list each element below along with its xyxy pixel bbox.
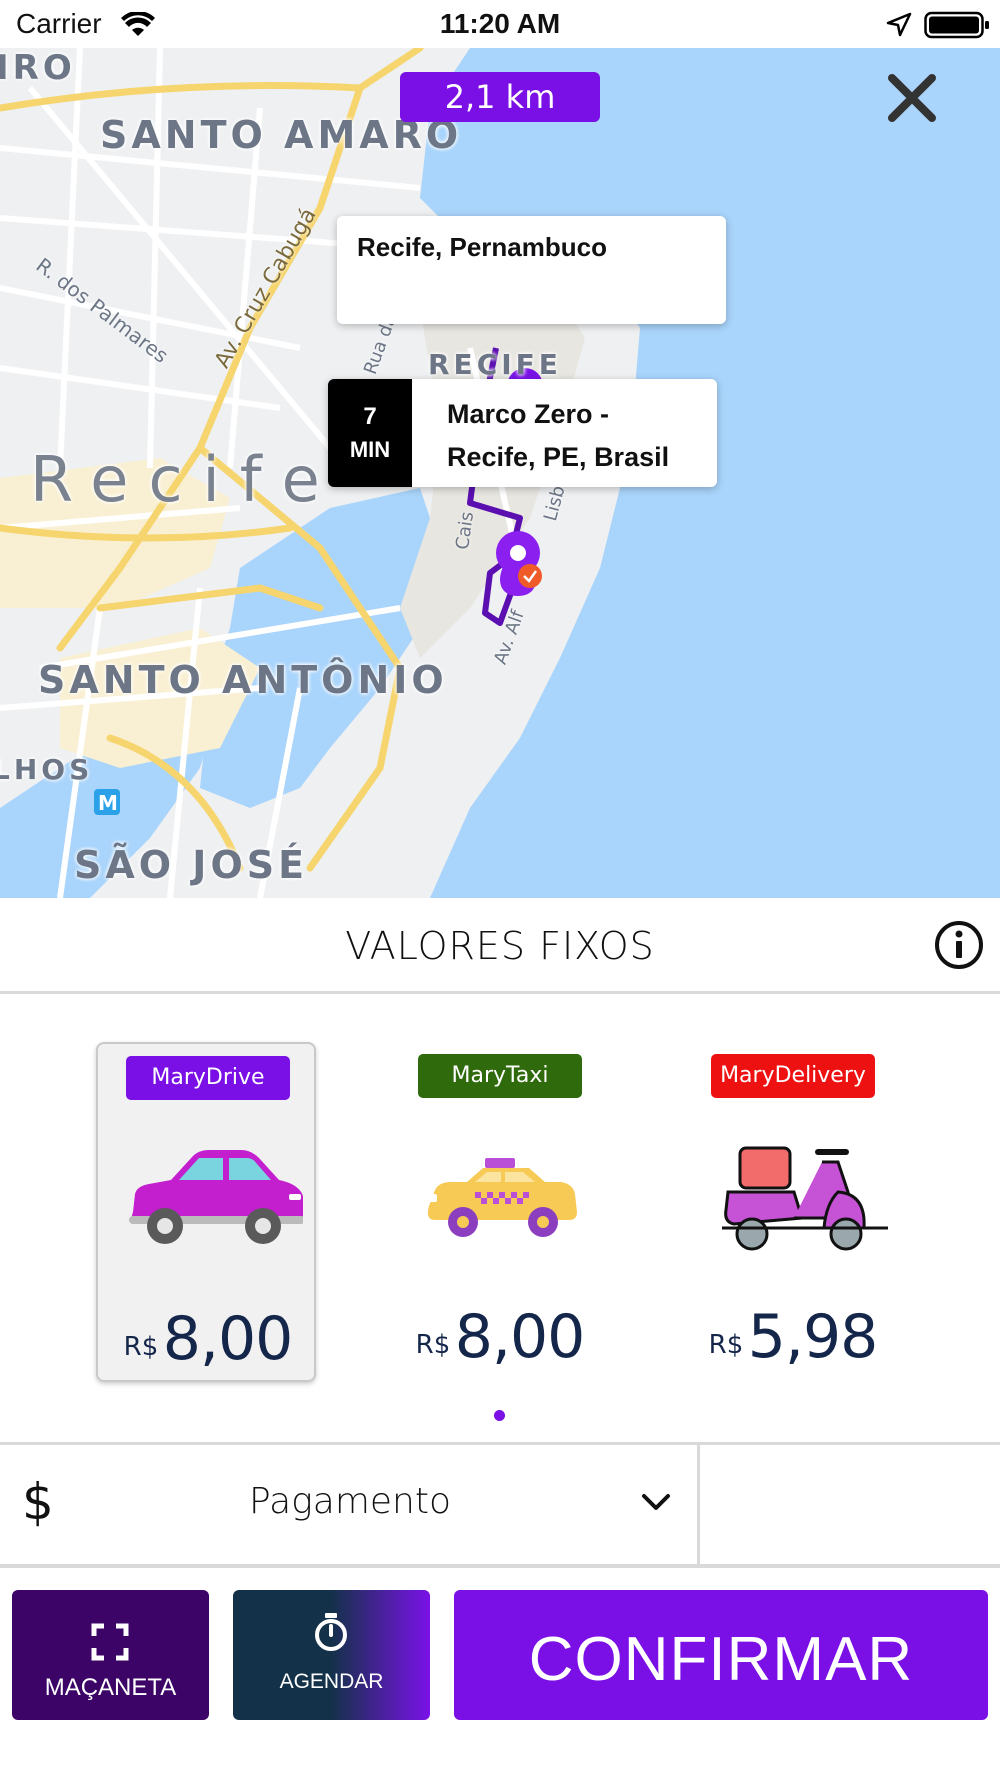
agendar-button[interactable]: AGENDAR <box>233 1590 430 1720</box>
eta-unit: MIN <box>349 437 391 462</box>
price-amount: 5,98 <box>747 1302 879 1372</box>
map-label-santo-antonio: SANTO ANTÔNIO <box>38 658 448 702</box>
option-price: R$ 8,00 <box>98 1304 318 1374</box>
payment-selector[interactable]: $ Pagamento <box>0 1442 1000 1568</box>
macaneta-button[interactable]: MAÇANETA <box>12 1590 209 1720</box>
scooter-icon <box>722 1146 888 1251</box>
home-indicator-area <box>0 1720 1000 1778</box>
route-map[interactable]: IRO SANTO AMARO RECIFE Recife SANTO ANTÔ… <box>0 48 1000 898</box>
eta-value: 7 <box>363 403 377 430</box>
confirm-button[interactable]: CONFIRMAR <box>454 1590 988 1720</box>
battery-icon <box>924 11 989 39</box>
map-label-lhos: LHOS <box>0 753 94 786</box>
car-icon <box>129 1150 303 1244</box>
payment-extra-field[interactable] <box>700 1445 1000 1567</box>
option-price: R$ 8,00 <box>390 1302 610 1372</box>
currency-symbol: R$ <box>123 1332 159 1362</box>
map-label-recife-center: RECIFE <box>428 348 562 381</box>
fixed-values-header: VALORES FIXOS <box>0 898 1000 994</box>
info-icon[interactable] <box>934 920 984 970</box>
agendar-label: AGENDAR <box>279 1670 384 1693</box>
section-title: VALORES FIXOS <box>345 924 655 968</box>
option-marydrive[interactable]: MaryDrive R$ 8,00 <box>96 1042 316 1382</box>
metro-icon: M <box>98 791 118 815</box>
option-badge: MaryTaxi <box>418 1054 582 1098</box>
option-badge: MaryDelivery <box>711 1054 875 1098</box>
destination-callout[interactable]: 7 MIN Marco Zero - Recife, PE, Brasil <box>328 379 717 487</box>
origin-callout[interactable]: Recife, Pernambuco <box>337 216 726 324</box>
ride-options-carousel[interactable]: MaryDrive R$ 8,00 MaryTaxi R$ 8,00 MaryD… <box>0 994 1000 1442</box>
page-indicator-dot[interactable] <box>494 1410 505 1421</box>
chevron-down-icon[interactable] <box>640 1491 672 1513</box>
option-badge: MaryDrive <box>126 1056 290 1100</box>
confirm-label: CONFIRMAR <box>528 1625 914 1694</box>
location-arrow-icon <box>886 12 912 37</box>
option-marydelivery[interactable]: MaryDelivery R$ 5,98 <box>683 1042 903 1382</box>
map-label-iro: IRO <box>0 48 76 88</box>
destination-address: Marco Zero - Recife, PE, Brasil <box>447 393 707 479</box>
clock: 11:20 AM <box>439 8 561 39</box>
currency-symbol: R$ <box>708 1330 744 1360</box>
taxi-icon <box>425 1158 577 1237</box>
dollar-icon: $ <box>22 1473 54 1531</box>
option-price: R$ 5,98 <box>683 1302 903 1372</box>
eta-badge: 7 MIN <box>328 379 412 487</box>
macaneta-label: MAÇANETA <box>44 1674 177 1701</box>
expand-icon <box>91 1623 129 1661</box>
distance-badge: 2,1 km <box>400 72 600 122</box>
price-amount: 8,00 <box>162 1304 294 1374</box>
origin-address: Recife, Pernambuco <box>357 232 607 262</box>
map-label-sao-jose: SÃO JOSÉ <box>74 843 309 887</box>
status-bar: Carrier 11:20 AM <box>0 0 1000 48</box>
destination-line-2: Recife, PE, Brasil <box>447 442 670 472</box>
stopwatch-icon <box>315 1613 347 1651</box>
currency-symbol: R$ <box>415 1330 451 1360</box>
price-amount: 8,00 <box>454 1302 586 1372</box>
destination-line-1: Marco Zero - <box>447 399 610 429</box>
option-marytaxi[interactable]: MaryTaxi R$ 8,00 <box>390 1042 610 1382</box>
close-icon[interactable] <box>882 68 942 128</box>
payment-label: Pagamento <box>249 1481 451 1522</box>
map-label-recife-city: Recife <box>30 443 340 516</box>
